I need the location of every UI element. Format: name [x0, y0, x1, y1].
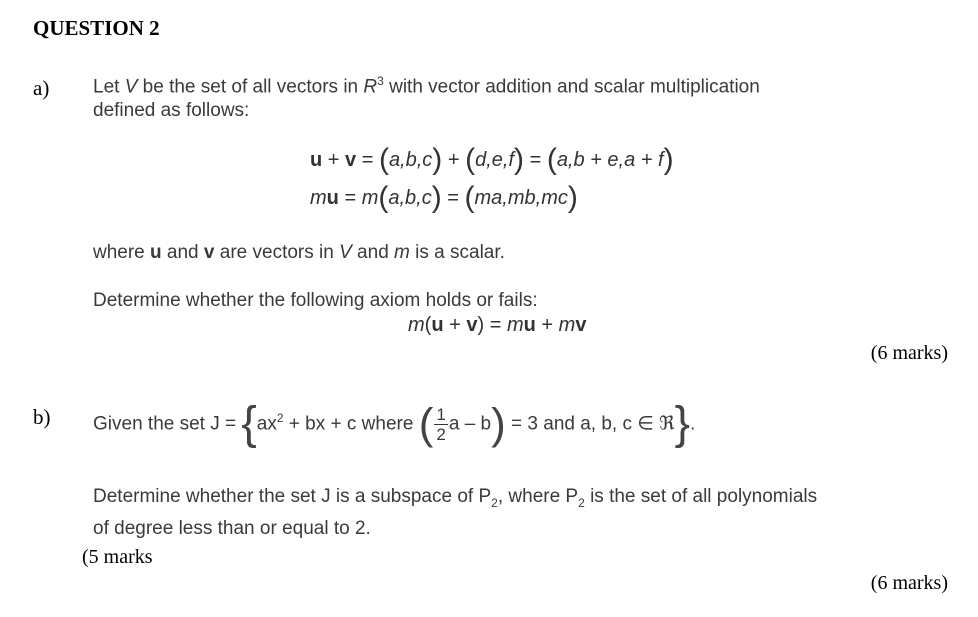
- fraction-one-half: 12: [434, 404, 448, 444]
- left-brace: {: [241, 396, 257, 449]
- vector-v: v: [466, 314, 478, 336]
- scalar-m: m: [558, 314, 576, 336]
- tuple: a,b + e,a + f: [556, 149, 664, 171]
- part-a-where-line: where u and v are vectors in V and m is …: [93, 242, 505, 264]
- part-b-determine-line2: of degree less than or equal to 2.: [93, 518, 371, 539]
- condition: a – b: [448, 413, 492, 435]
- stray-marks-text: (5 marks: [82, 546, 153, 568]
- vector-v: v: [575, 314, 587, 336]
- scalar-m: m: [310, 187, 327, 209]
- operator: =: [356, 149, 379, 171]
- operator: =: [484, 314, 507, 336]
- question-title: QUESTION 2: [33, 16, 160, 40]
- numerator: 1: [434, 404, 448, 425]
- vector-u: u: [150, 242, 162, 263]
- tuple: a,b,c: [388, 149, 433, 171]
- right-brace: }: [674, 396, 690, 449]
- paren: ): [567, 181, 578, 214]
- right-paren: ): [491, 399, 506, 449]
- text: Determine whether the set J is a subspac…: [93, 486, 492, 507]
- scalar-m: m: [408, 314, 425, 336]
- vector-u: u: [310, 149, 323, 171]
- part-a-label: a): [33, 76, 50, 100]
- part-a-determine: Determine whether the following axiom ho…: [93, 290, 538, 311]
- paren: (: [464, 181, 475, 214]
- part-a-intro-line1: Let V be the set of all vectors in R3 wi…: [93, 74, 760, 98]
- text: with vector addition and scalar multipli…: [383, 76, 760, 98]
- symbol-V: V: [339, 242, 352, 263]
- operator: =: [338, 187, 362, 209]
- part-b-set-definition: Given the set J = {ax2 + bx + c where (1…: [93, 395, 695, 447]
- period: .: [689, 413, 696, 435]
- part-a-intro-line2: defined as follows:: [93, 100, 250, 121]
- part-b-determine-line1: Determine whether the set J is a subspac…: [93, 486, 817, 510]
- paren: (: [378, 143, 389, 176]
- part-a-marks: (6 marks): [870, 342, 948, 364]
- operator: +: [443, 314, 467, 336]
- left-paren: (: [418, 399, 434, 449]
- tuple: ma,mb,mc: [474, 187, 568, 209]
- vector-u: u: [326, 187, 339, 209]
- vector-v: v: [203, 242, 215, 263]
- scalar-m: m: [361, 187, 379, 209]
- text: be the set of all vectors in: [137, 76, 364, 98]
- denominator: 2: [436, 424, 446, 444]
- text: Let: [93, 76, 125, 98]
- text: is the set of all polynomials: [584, 486, 818, 507]
- scalar-m: m: [506, 314, 524, 336]
- condition-rest: = 3 and a, b, c ∈ ℜ: [505, 413, 675, 435]
- text: is a scalar.: [409, 242, 505, 263]
- equation-vector-addition: u + v = (a,b,c) + (d,e,f) = (a,b + e,a +…: [310, 145, 674, 175]
- operator: +: [442, 149, 466, 171]
- operator: +: [535, 314, 559, 336]
- exponent: 2: [276, 411, 284, 425]
- tuple: a,b,c: [388, 187, 432, 209]
- text: where: [93, 242, 151, 263]
- paren: ): [663, 143, 674, 176]
- paren: (: [465, 143, 476, 176]
- vector-u: u: [431, 314, 444, 336]
- part-b-marks: (6 marks): [870, 572, 948, 594]
- paren: ): [432, 143, 443, 176]
- vector-u: u: [523, 314, 536, 336]
- exponent: 3: [377, 74, 384, 88]
- subscript: 2: [491, 495, 498, 510]
- vector-v: v: [345, 149, 357, 171]
- operator: =: [524, 149, 547, 171]
- operator: =: [441, 187, 465, 209]
- text: , where P: [497, 486, 579, 507]
- paren: (: [378, 181, 389, 214]
- part-b-label: b): [33, 405, 51, 429]
- poly-term: ax: [256, 413, 277, 435]
- scalar-m: m: [394, 242, 410, 263]
- set-J: J =: [210, 413, 242, 435]
- equation-scalar-multiplication: mu = m(a,b,c) = (ma,mb,mc): [310, 183, 578, 213]
- text: + bx + c where: [283, 413, 419, 435]
- symbol-R: R: [363, 76, 378, 98]
- operator: +: [322, 149, 346, 171]
- paren: ): [514, 143, 525, 176]
- text: are vectors in: [214, 242, 340, 263]
- paren: (: [546, 143, 557, 176]
- text: Given the set: [93, 413, 211, 435]
- text: and: [351, 242, 395, 263]
- subscript: 2: [578, 495, 585, 510]
- symbol-V: V: [124, 76, 138, 98]
- text: and: [161, 242, 204, 263]
- paren: ): [431, 181, 442, 214]
- axiom-equation: m(u + v) = mu + mv: [408, 314, 587, 336]
- tuple: d,e,f: [475, 149, 515, 171]
